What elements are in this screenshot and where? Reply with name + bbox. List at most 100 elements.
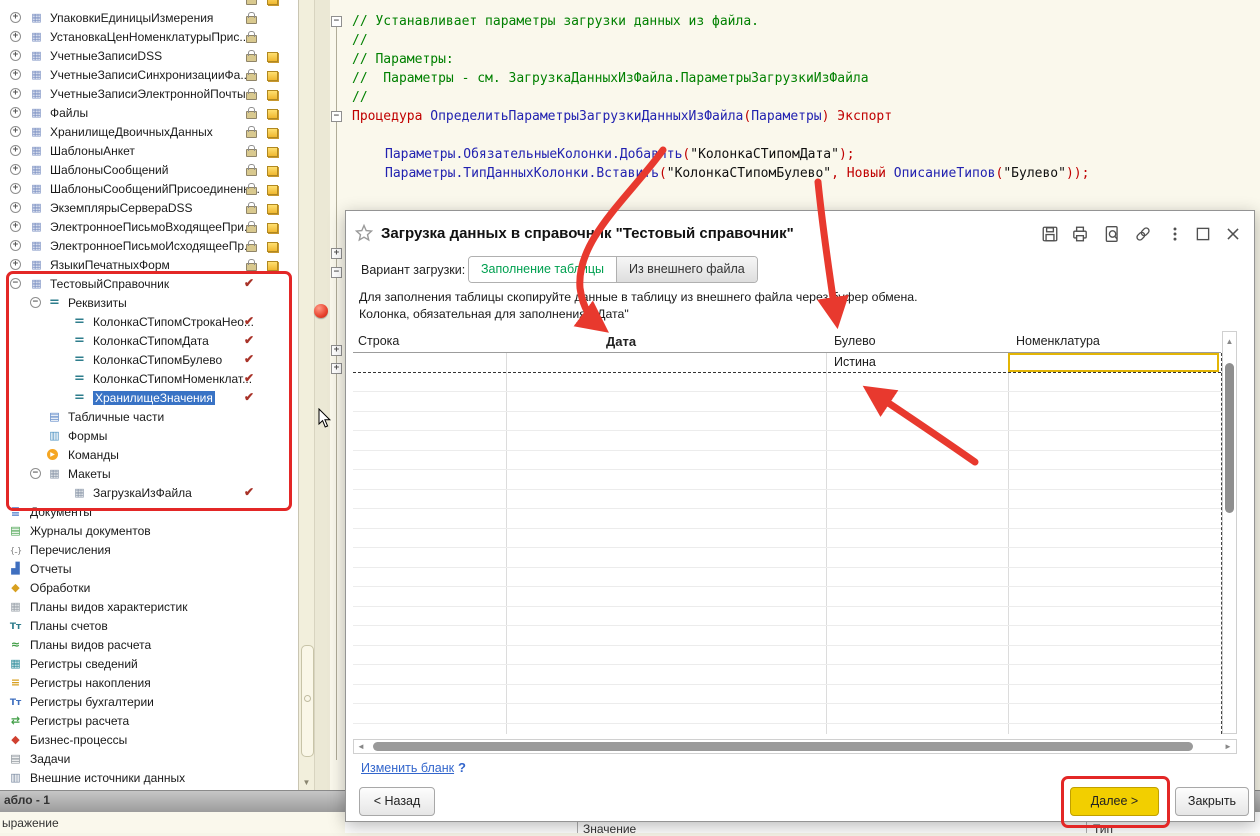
expand-icon[interactable]: + [10,164,21,175]
code-line[interactable]: Параметры.ОбязательныеКолонки.Добавить("… [385,145,855,164]
close-icon[interactable] [1224,225,1244,243]
tree-item-label[interactable]: ХранилищеДвоичныхДанных [50,125,213,139]
code-line[interactable]: // Параметры - см. ЗагрузкаДанныхИзФайла… [352,69,869,88]
tree-item-УчетныеЗаписиDSS[interactable]: + УчетныеЗаписиDSS [0,46,298,65]
tree-item-УстановкаЦенНоменклатурыПрис...[interactable]: + УстановкаЦенНоменклатурыПрис... [0,27,298,46]
expand-icon[interactable]: + [10,145,21,156]
tree-item-label[interactable]: ШаблоныСообщенийПрисоединенн... [50,182,260,196]
table-row[interactable] [353,665,1221,685]
table-row[interactable] [353,529,1221,549]
fold-expand-icon[interactable]: + [331,363,342,374]
tree-item-label[interactable]: Регистры сведений [30,657,138,671]
tree-item-label[interactable]: УчетныеЗаписиСинхронизацииФа... [50,68,250,82]
tree-item-Задачи[interactable]: Задачи [0,749,298,768]
table-row[interactable] [353,704,1221,724]
tree-item-label[interactable]: Регистры расчета [30,714,129,728]
fold-expand-icon[interactable]: + [331,345,342,356]
tree-item-label[interactable]: Отчеты [30,562,71,576]
fold-collapse-icon[interactable]: − [331,111,342,122]
tree-item-label[interactable]: Планы видов характеристик [30,600,187,614]
expand-icon[interactable]: + [10,221,21,232]
tree-item-label[interactable]: Файлы [50,106,88,120]
table-row[interactable] [353,724,1221,735]
expand-icon[interactable]: + [10,259,21,270]
grid-vscroll-thumb[interactable] [1225,363,1234,513]
tree-item-label[interactable]: Планы видов расчета [30,638,151,652]
tree-item-label[interactable]: Бизнес-процессы [30,733,127,747]
back-button[interactable]: < Назад [359,787,435,816]
print-icon[interactable] [1071,225,1091,243]
code-line[interactable]: // Устанавливает параметры загрузки данн… [352,12,759,31]
table-row[interactable] [353,548,1221,568]
table-row[interactable] [353,646,1221,666]
grid-body[interactable]: Истина [353,353,1222,734]
expand-icon[interactable]: + [10,69,21,80]
more-icon[interactable] [1166,225,1186,243]
tree-item-label[interactable]: УчетныеЗаписиЭлектроннойПочты [50,87,246,101]
tree-item-Регистры сведений[interactable]: Регистры сведений [0,654,298,673]
fold-expand-icon[interactable]: + [331,248,342,259]
scroll-up-icon[interactable]: ▲ [1225,337,1234,346]
tree-item-ХранилищеДвоичныхДанных[interactable]: +ХранилищеДвоичныхДанных [0,122,298,141]
tree-item-label[interactable]: Задачи [30,752,70,766]
tree-scrollbar-down-icon[interactable]: ▼ [300,776,313,789]
tree-item-label[interactable]: ЭлектронноеПисьмоИсходящееПр... [50,239,254,253]
table-row[interactable] [353,412,1221,432]
code-line[interactable]: // [352,88,368,107]
fold-collapse-icon[interactable]: − [331,16,342,27]
breakpoint-gutter[interactable] [315,0,330,790]
tree-item-УчетныеЗаписиЭлектроннойПочты[interactable]: + УчетныеЗаписиЭлектроннойПочты [0,84,298,103]
expand-icon[interactable]: + [10,31,21,42]
data-grid[interactable]: Строка Дата Булево Номенклатура Истина [353,331,1221,734]
tree-item-Внешние источники данных[interactable]: Внешние источники данных [0,768,298,787]
tree-item-label[interactable]: УпаковкиЕдиницыИзмерения [50,11,213,25]
tree-item-Файлы[interactable]: +Файлы [0,103,298,122]
tree-item-label[interactable]: Перечисления [30,543,111,557]
table-row[interactable] [353,373,1221,393]
expand-icon[interactable]: + [10,50,21,61]
expand-icon[interactable]: + [10,183,21,194]
tree-item-Обработки[interactable]: Обработки [0,578,298,597]
tree-item-ЭкземплярыСервераDSS[interactable]: +ЭкземплярыСервераDSS [0,198,298,217]
tree-item-label[interactable]: ШаблоныАнкет [50,144,135,158]
table-row[interactable] [353,685,1221,705]
help-icon[interactable]: ? [458,760,466,775]
tree-item-Отчеты[interactable]: Отчеты [0,559,298,578]
scroll-left-icon[interactable]: ◄ [357,742,365,751]
tree-item-label[interactable]: Регистры накопления [30,676,151,690]
tree-item-УчетныеЗаписиСинхронизацииФа...[interactable]: + УчетныеЗаписиСинхронизацииФа... [0,65,298,84]
tree-item-Журналы документов[interactable]: Журналы документов [0,521,298,540]
maximize-icon[interactable] [1194,225,1214,243]
tree-item-label[interactable]: УчетныеЗаписиDSS [50,49,162,63]
tree-item-ШаблоныАнкет[interactable]: + ШаблоныАнкет [0,141,298,160]
edit-form-link[interactable]: Изменить бланк [361,761,454,775]
tree-item-ЭлектронноеПисьмоВходящееПри...[interactable]: +ЭлектронноеПисьмоВходящееПри... [0,217,298,236]
code-line[interactable]: // Параметры: [352,50,454,69]
expand-icon[interactable]: + [10,202,21,213]
table-row[interactable] [353,490,1221,510]
tree-item-Планы видов характеристик[interactable]: Планы видов характеристик [0,597,298,616]
save-icon[interactable] [1041,225,1061,243]
active-cell[interactable] [1008,353,1219,372]
table-row[interactable] [353,431,1221,451]
expand-icon[interactable]: + [10,240,21,251]
fold-collapse-icon[interactable]: − [331,267,342,278]
table-row[interactable] [353,509,1221,529]
tree-item-Планы счетов[interactable]: Планы счетов [0,616,298,635]
tab-external-file[interactable]: Из внешнего файла [616,257,757,282]
expand-icon[interactable]: + [10,12,21,23]
tree-item-ШаблоныСообщений[interactable]: +ШаблоныСообщений [0,160,298,179]
tree-item-Бизнес-процессы[interactable]: Бизнес-процессы [0,730,298,749]
code-line[interactable]: Процедура ОпределитьПараметрыЗагрузкиДан… [352,107,892,126]
tree-item-Планы видов расчета[interactable]: Планы видов расчета [0,635,298,654]
preview-icon[interactable] [1103,225,1123,243]
tree-item-label[interactable]: УстановкаЦенНоменклатурыПрис... [50,30,249,44]
link-icon[interactable] [1134,225,1154,243]
tree-item-ЭлектронноеПисьмоИсходящееПр...[interactable]: + ЭлектронноеПисьмоИсходящееПр... [0,236,298,255]
tree-item-label[interactable]: Планы счетов [30,619,108,633]
table-row[interactable] [353,568,1221,588]
expand-icon[interactable]: + [10,88,21,99]
favorite-star-icon[interactable] [354,223,374,243]
tree-item-Регистры накопления[interactable]: Регистры накопления [0,673,298,692]
table-row[interactable] [353,470,1221,490]
